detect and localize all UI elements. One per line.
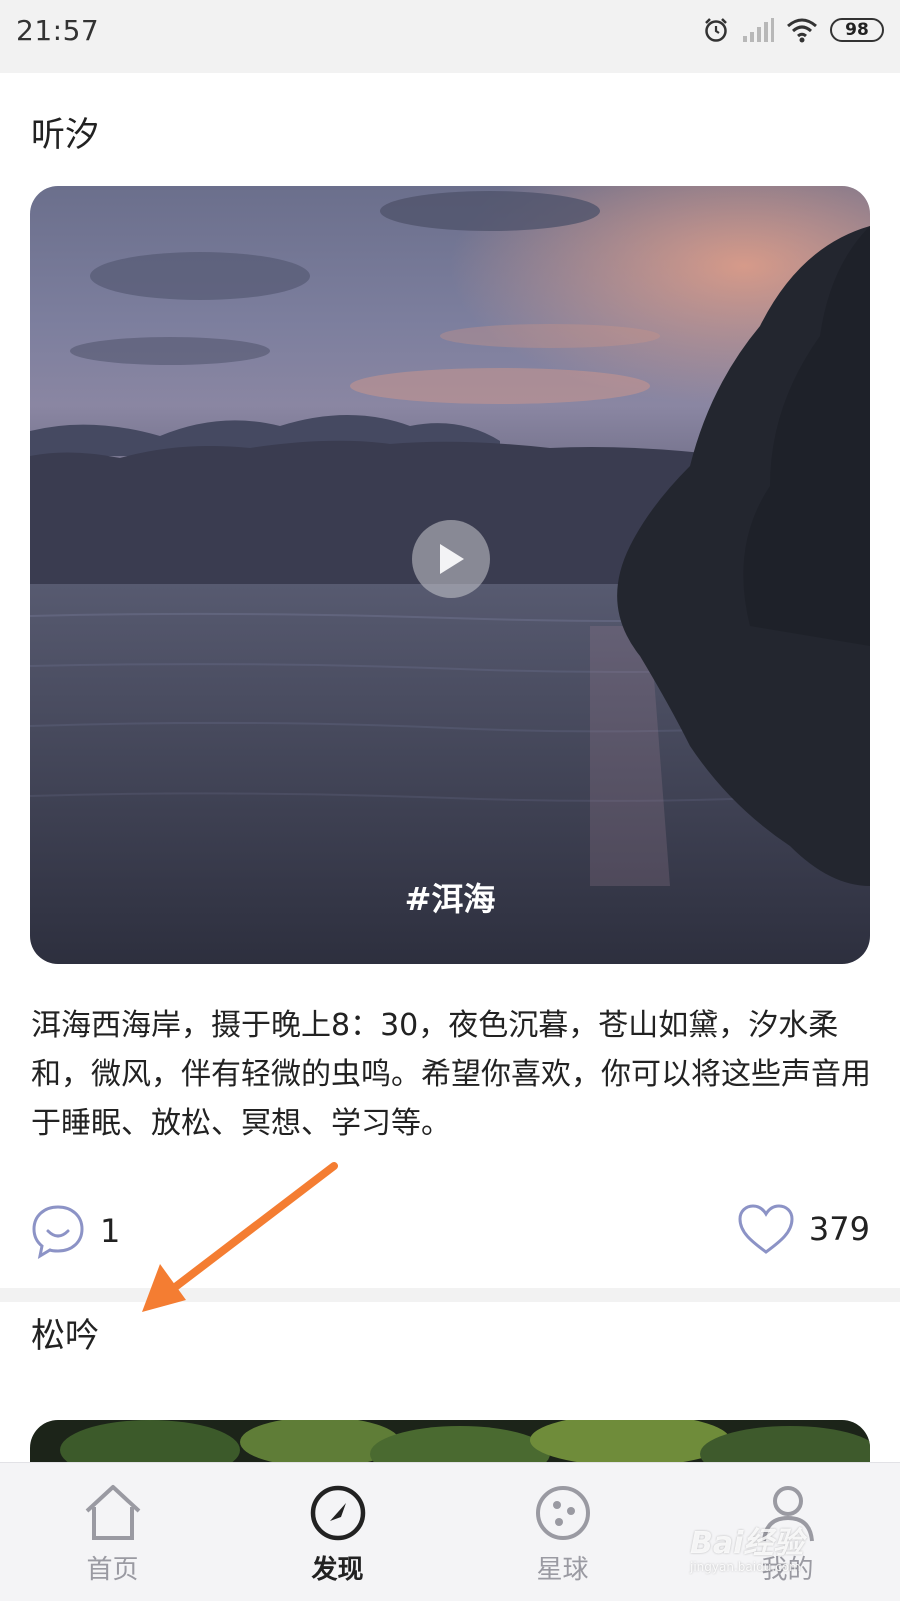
post-description: 洱海西海岸，摄于晚上8：30，夜色沉暮，苍山如黛，汐水柔和，微风，伴有轻微的虫鸣… — [31, 1008, 871, 1141]
compass-icon — [310, 1485, 365, 1541]
tab-discover[interactable]: 发现 — [225, 1463, 450, 1601]
status-icons: 98 — [702, 16, 884, 44]
watermark-logo: Bai经验 jingyan.baidu.com — [690, 1518, 803, 1574]
feed-card: 松吟 — [0, 1302, 900, 1480]
video-thumbnail[interactable]: #洱海 — [30, 186, 870, 964]
home-icon — [85, 1485, 140, 1540]
wifi-icon — [787, 18, 817, 43]
tab-label: 发现 — [311, 1555, 364, 1585]
signal-icon — [743, 18, 774, 42]
comment-button[interactable]: 1 — [30, 1203, 120, 1259]
battery-indicator: 98 — [830, 18, 884, 42]
battery-level: 98 — [845, 20, 869, 40]
play-button[interactable] — [412, 520, 490, 598]
like-button[interactable]: 379 — [737, 1203, 870, 1255]
alarm-icon — [705, 18, 727, 42]
tab-label: 星球 — [536, 1555, 589, 1585]
tab-planet[interactable]: 星球 — [450, 1463, 675, 1601]
comment-icon — [32, 1205, 84, 1259]
tab-home[interactable]: 首页 — [0, 1463, 225, 1601]
card-title: 松吟 — [31, 1316, 99, 1356]
comment-count: 1 — [100, 1212, 121, 1250]
tab-label: 首页 — [86, 1555, 139, 1585]
planet-icon — [535, 1486, 590, 1540]
hashtag-label[interactable]: #洱海 — [30, 874, 870, 920]
like-count: 379 — [808, 1210, 870, 1248]
status-bar: 21:57 98 — [0, 0, 900, 60]
heart-icon — [738, 1204, 794, 1254]
card-title: 听汐 — [31, 115, 99, 155]
watermark-url: jingyan.baidu.com — [690, 1560, 801, 1574]
play-icon — [440, 544, 464, 574]
feed-card: 听汐 #洱海 洱海西海岸，摄于晚上8：30，夜色沉暮，苍山如黛，汐水柔和，微风，… — [0, 73, 900, 1288]
status-time: 21:57 — [16, 13, 100, 47]
watermark-brand: Bai经验 — [690, 1526, 804, 1561]
